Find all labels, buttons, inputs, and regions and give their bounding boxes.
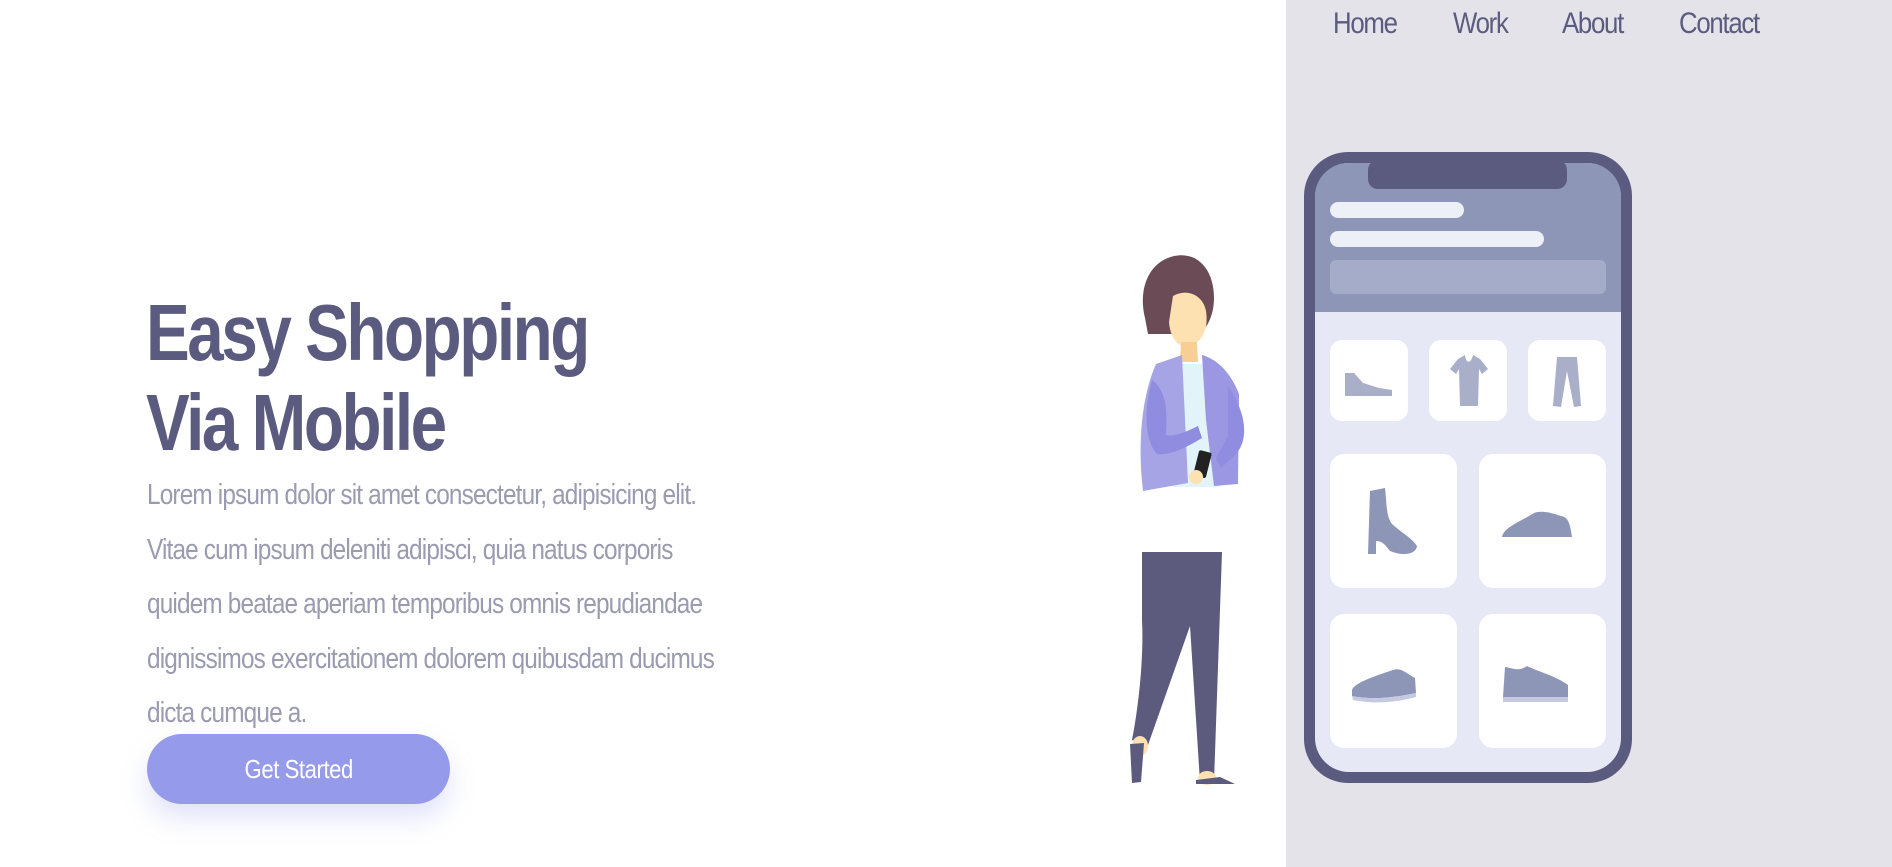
shopping-illustration bbox=[1130, 152, 1632, 785]
phone-notch bbox=[1368, 160, 1567, 189]
nav-home-link[interactable]: Home bbox=[1333, 7, 1398, 41]
sneaker-sole-3 bbox=[1503, 697, 1568, 702]
woman-shoe-left bbox=[1130, 743, 1144, 783]
product-card-pants bbox=[1528, 340, 1606, 421]
hero-description: Lorem ipsum dolor sit amet consectetur, … bbox=[147, 479, 715, 729]
hero-title-line-2: Via Mobile bbox=[146, 378, 447, 467]
screen-text-bar-long bbox=[1330, 231, 1544, 247]
nav-contact-link[interactable]: Contact bbox=[1679, 7, 1760, 41]
large-phone-mockup bbox=[1304, 152, 1632, 783]
woman-face bbox=[1169, 292, 1207, 347]
nav-about-link[interactable]: About bbox=[1562, 7, 1624, 41]
hero-title: Easy Shopping Via Mobile bbox=[146, 288, 590, 468]
hero-title-line-1: Easy Shopping bbox=[146, 288, 590, 377]
product-card-shoe bbox=[1330, 340, 1408, 421]
landing-page: Home Work About Contact Easy Shopping Vi… bbox=[0, 0, 1892, 867]
nav-work-link[interactable]: Work bbox=[1453, 7, 1509, 41]
product-card-boot bbox=[1330, 454, 1457, 588]
get-started-button[interactable]: Get Started bbox=[147, 734, 450, 804]
main-navigation: Home Work About Contact bbox=[1333, 0, 1818, 48]
woman-neck bbox=[1180, 342, 1198, 362]
woman-hand bbox=[1189, 470, 1203, 484]
screen-search-bar bbox=[1330, 260, 1606, 294]
woman-figure bbox=[1130, 255, 1245, 785]
get-started-label: Get Started bbox=[244, 753, 353, 784]
screen-text-bar-short bbox=[1330, 202, 1464, 218]
